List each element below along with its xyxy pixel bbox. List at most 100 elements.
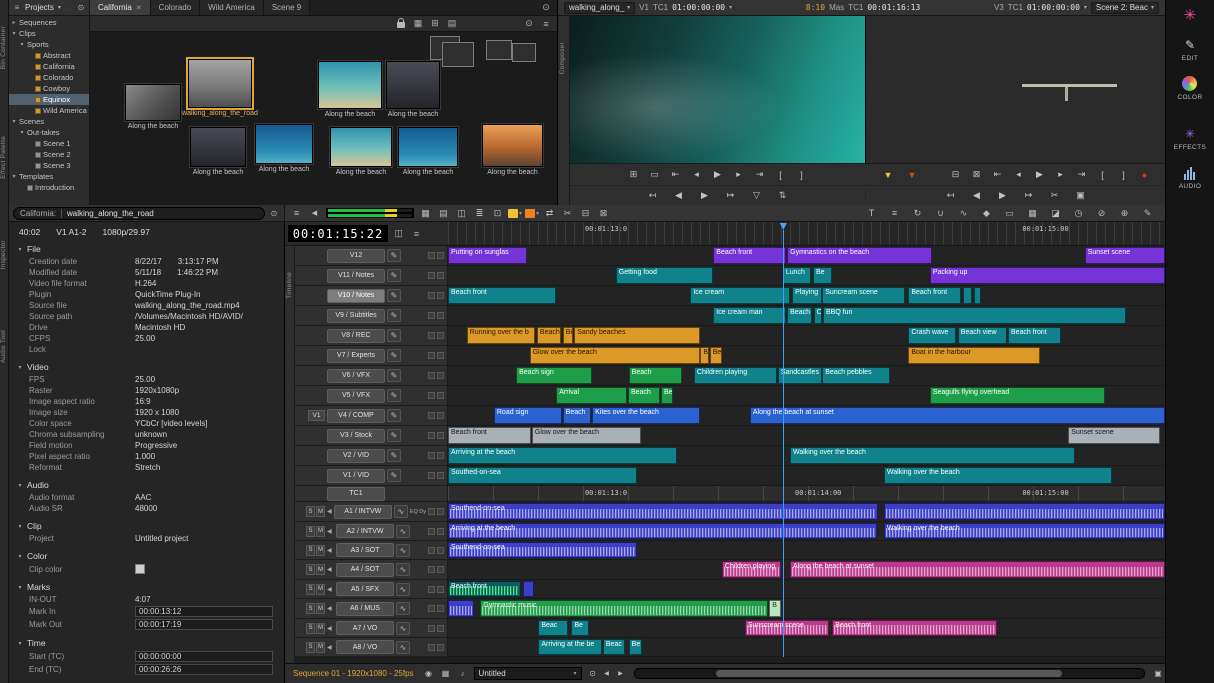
timeline-clip[interactable]: B [700, 347, 709, 364]
chevron-down-icon[interactable]: ▾ [1084, 4, 1087, 11]
solo-button[interactable]: S [306, 545, 315, 556]
close-icon[interactable]: ✕ [136, 4, 142, 12]
solo-button[interactable]: S [306, 506, 315, 517]
track-button-v12[interactable]: V12 [327, 249, 385, 263]
mas-label[interactable]: Mas [829, 3, 844, 12]
track-toggle[interactable] [437, 352, 444, 359]
track-button-v9-subtitles[interactable]: V9 / Subtitles [327, 309, 385, 323]
track-button-a3-sot[interactable]: A3 / SOT [336, 543, 394, 557]
lane-v11-notes[interactable]: Getting foodLunchBePacking up [448, 266, 1165, 286]
timeline-clip[interactable]: Be [563, 327, 574, 344]
lane-a1-intvw[interactable]: Southend-on-sea [448, 502, 1165, 522]
track-toggle[interactable] [437, 392, 444, 399]
pencil-icon[interactable]: ✎ [387, 409, 401, 422]
corner-icon[interactable]: ▣ [1151, 667, 1165, 680]
lift-icon[interactable]: ⊟ [947, 168, 965, 182]
segment-overwrite-icon[interactable]: ⇄ [542, 207, 557, 220]
timeline-clip[interactable]: Be [710, 347, 722, 364]
property-field[interactable]: 00:00:17:19 [135, 619, 273, 630]
track-toggle[interactable] [437, 508, 444, 515]
track-toggle[interactable] [428, 392, 435, 399]
timeline-clip[interactable]: Arriving at the beach [448, 447, 677, 464]
tree-item-equinox[interactable]: ▸Equinox [9, 94, 89, 105]
lane-a6-mus[interactable]: Gymnastic musicB [448, 599, 1165, 619]
rewind-icon[interactable]: ◀ [968, 189, 986, 203]
source-track-patch[interactable]: V1 [308, 410, 325, 421]
section-header-file[interactable]: ▾File [9, 242, 284, 256]
mute-button[interactable]: M [316, 584, 325, 595]
timeline-clip[interactable]: Beach [563, 407, 591, 424]
clock-icon[interactable]: ◷ [1071, 207, 1086, 220]
script-view-icon[interactable]: ⊞ [428, 17, 442, 30]
timeline-clip[interactable]: Beach front [448, 427, 531, 444]
track-toggle[interactable] [428, 586, 435, 593]
tree-item-scene-2[interactable]: ▸Scene 2 [9, 149, 89, 160]
timeline-clip[interactable]: Suncream scene [822, 287, 904, 304]
track-toggle[interactable] [437, 472, 444, 479]
projects-dropdown[interactable]: Projects [25, 3, 54, 12]
column-view-icon[interactable]: ◫ [454, 207, 469, 220]
timeline-clip[interactable]: Walking over the beach [790, 447, 1075, 464]
play-icon[interactable]: ▶ [1031, 168, 1049, 182]
timeline-clip[interactable]: Southend-on-sea [448, 503, 878, 520]
find-icon[interactable]: ⊙ [522, 17, 536, 30]
tree-item-introduction[interactable]: ▸Introduction [9, 182, 89, 193]
splice-in-button[interactable]: ▼ [879, 168, 897, 182]
rows-icon[interactable]: ≣ [472, 207, 487, 220]
record-track-label[interactable]: V3 [994, 3, 1004, 12]
track-toggle[interactable] [428, 332, 435, 339]
pen-icon[interactable]: ✎ [1140, 207, 1155, 220]
timeline-clip[interactable]: Beach front [448, 287, 556, 304]
timeline-clip[interactable]: Be [571, 620, 589, 636]
mute-button[interactable]: M [316, 506, 325, 517]
track-button-a8-vo[interactable]: A8 / VO [336, 640, 394, 654]
expand-icon[interactable]: ▣ [1072, 189, 1090, 203]
solo-button[interactable]: S [306, 623, 315, 634]
target-icon[interactable]: ⊙ [539, 1, 553, 14]
track-toggle[interactable] [428, 508, 435, 515]
section-header-audio[interactable]: ▾Audio [9, 478, 284, 492]
mute-button[interactable]: M [316, 545, 325, 556]
record-button[interactable]: ◉ [422, 667, 436, 680]
timeline-clip[interactable]: Sunscream scene [745, 620, 829, 636]
track-toggle[interactable] [437, 566, 444, 573]
section-header-clip[interactable]: ▾Clip [9, 519, 284, 533]
pencil-icon[interactable]: ✎ [387, 469, 401, 482]
sequence-menu[interactable]: Scene 2: Beac▾ [1091, 2, 1159, 14]
timeline-clip[interactable]: Beach sign [516, 367, 592, 384]
track-button-v7-experts[interactable]: V7 / Experts [327, 349, 385, 363]
track-button-v2-vid[interactable]: V2 / VID [327, 449, 385, 463]
find-icon[interactable]: ⊙ [268, 207, 280, 219]
timeline-clip[interactable]: Running over the b [467, 327, 536, 344]
timeline-clip[interactable]: Beach view [958, 327, 1007, 344]
bin-menu-icon[interactable]: ≡ [539, 17, 553, 30]
track-button-tc1[interactable]: TC1 [327, 487, 385, 501]
timeline-clip[interactable]: Arriving at the beach [448, 523, 877, 539]
extract-icon[interactable]: ⊠ [968, 168, 986, 182]
track-button-a5-sfx[interactable]: A5 / SFX [336, 582, 394, 596]
track-toggle[interactable] [437, 547, 444, 554]
timeline-clip[interactable]: Beach front [448, 581, 521, 597]
lane-v6-vfx[interactable]: Beach signBeachChildren playingSandcastl… [448, 366, 1165, 386]
track-toggle[interactable] [428, 272, 435, 279]
chevron-down-icon[interactable]: ▾ [56, 2, 63, 14]
bin-frame-view[interactable]: Along the beachwalking_along_the_roadAlo… [90, 32, 557, 205]
find-icon[interactable]: ⊙ [586, 667, 600, 680]
timeline-clip[interactable]: Children playing [722, 561, 782, 578]
lane-v10-notes[interactable]: Beach frontIce creamPlayingSuncream scen… [448, 286, 1165, 306]
track-toggle[interactable] [428, 292, 435, 299]
timeline-clip[interactable]: Seagulls flying overhead [930, 387, 1105, 404]
track-toggle[interactable] [437, 252, 444, 259]
track-toggle[interactable] [437, 432, 444, 439]
go-to-out-icon[interactable]: ⇥ [751, 168, 769, 182]
bin-clip[interactable]: Along the beach [125, 84, 181, 131]
lane-a3-sot[interactable]: Southend-on-sea [448, 541, 1165, 560]
track-toggle[interactable] [437, 452, 444, 459]
tree-item-scene-3[interactable]: ▸Scene 3 [9, 160, 89, 171]
timeline-clip[interactable]: Beac [538, 620, 568, 636]
track-toggle[interactable] [428, 452, 435, 459]
timeline-scrollbar[interactable] [634, 668, 1145, 679]
bin-clip[interactable]: Along the beach [318, 61, 382, 119]
tree-item-abstract[interactable]: ▸Abstract [9, 50, 89, 61]
timeline-clip[interactable]: Packing up [930, 267, 1165, 284]
